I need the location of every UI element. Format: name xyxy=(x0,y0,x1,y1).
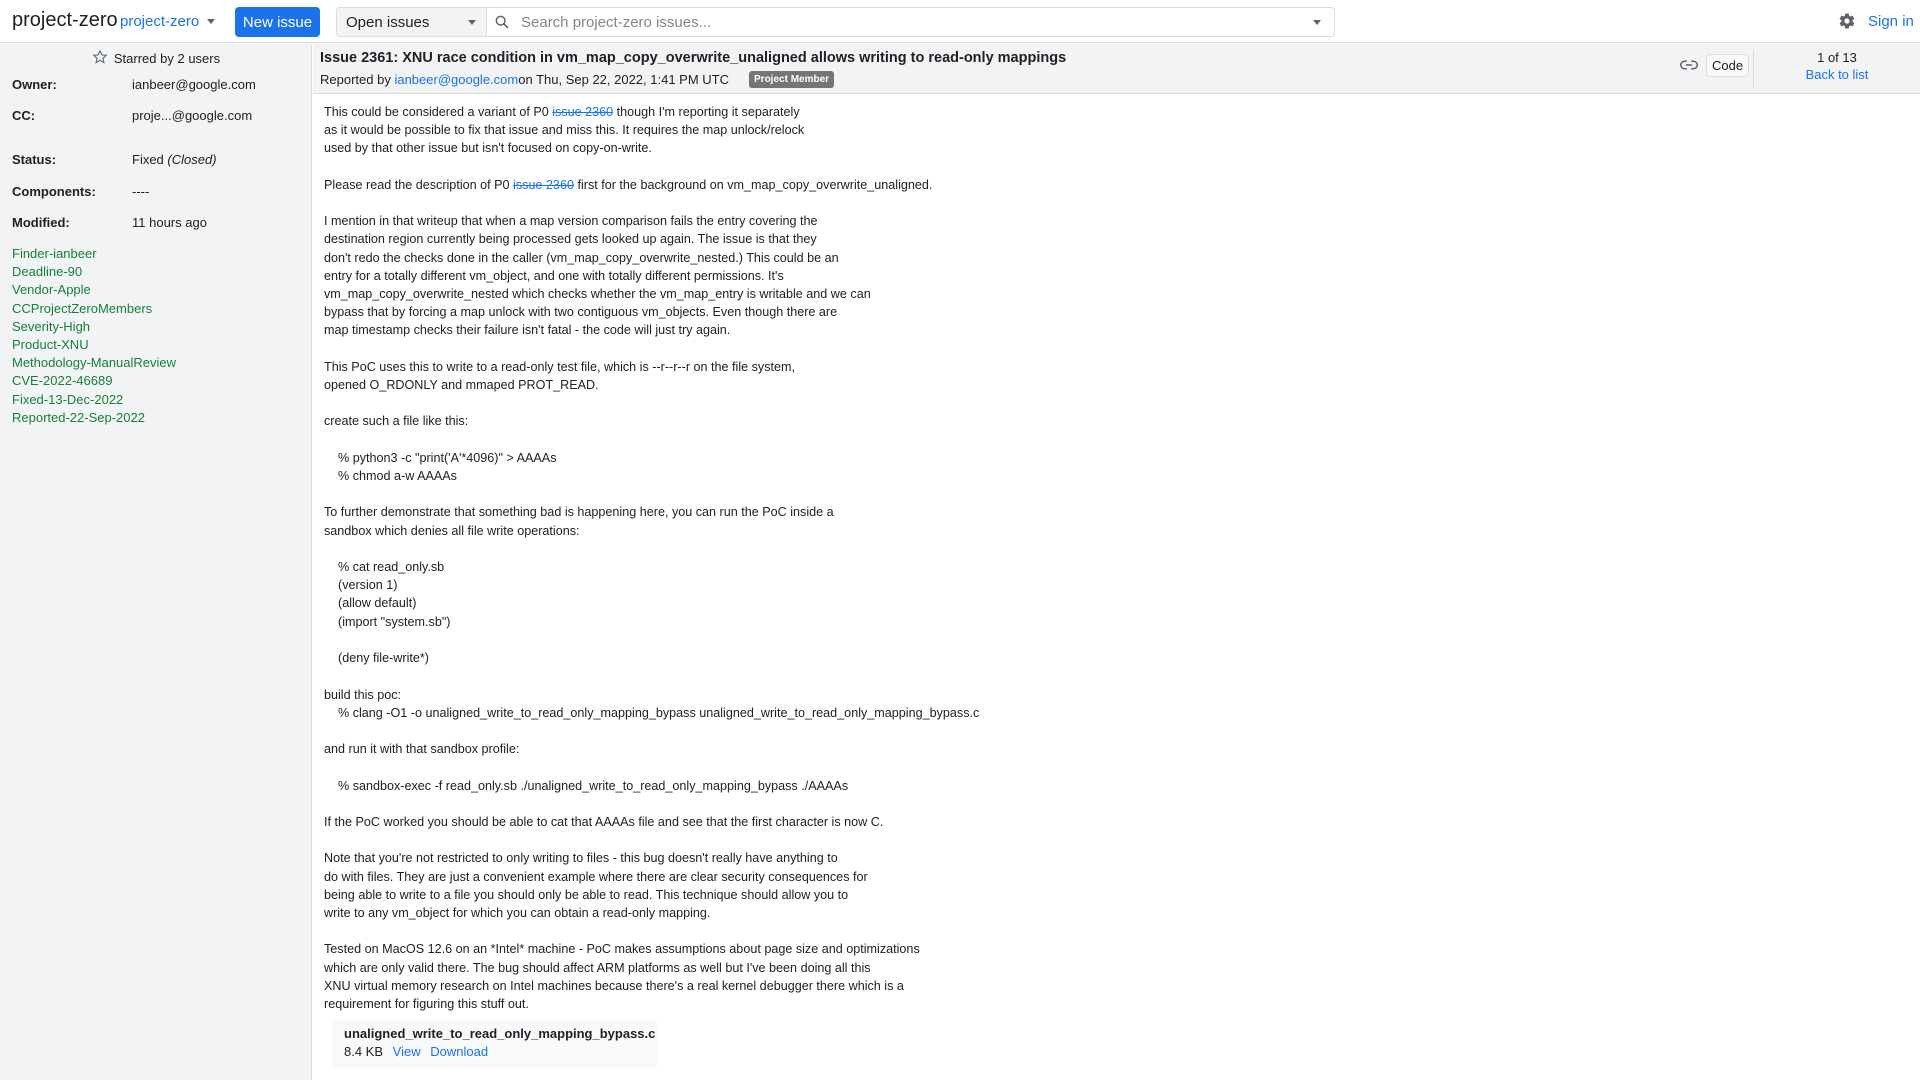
description-segment: first for the background on vm_map_copy_… xyxy=(324,177,980,1011)
description-text: This could be considered a variant of P0… xyxy=(324,103,1904,1013)
attachment-meta: 8.4 KB View Download xyxy=(344,1044,657,1059)
issue-scope-value: Open issues xyxy=(346,13,430,31)
issue-description: This could be considered a variant of P0… xyxy=(324,103,1904,1068)
status-state: (Closed) xyxy=(167,152,217,167)
issue-title: Issue 2361: XNU race condition in vm_map… xyxy=(320,50,1067,66)
issue-label[interactable]: Fixed-13-Dec-2022 xyxy=(12,391,176,409)
components-value: ---- xyxy=(132,184,150,199)
issue-2360-link[interactable]: issue 2360 xyxy=(552,105,613,119)
reported-line: Reported by ianbeer@google.com on Thu, S… xyxy=(320,71,835,88)
status-label: Status: xyxy=(12,152,57,167)
gear-icon[interactable] xyxy=(1838,12,1856,33)
issue-pager: 1 of 13 Back to list xyxy=(1754,50,1920,82)
issue-scope-select[interactable]: Open issues xyxy=(337,8,487,36)
attachment-view-link[interactable]: View xyxy=(393,1044,421,1059)
code-button[interactable]: Code xyxy=(1706,54,1750,77)
attachment-size: 8.4 KB xyxy=(344,1044,384,1059)
description-segment: This could be considered a variant of P0 xyxy=(324,105,553,119)
chevron-down-icon xyxy=(1313,19,1321,25)
cc-label: CC: xyxy=(12,108,36,123)
sign-in-link[interactable]: Sign in xyxy=(1868,13,1914,30)
search-icon xyxy=(487,8,517,36)
project-switcher-label: project-zero xyxy=(120,13,200,30)
attachment: unaligned_write_to_read_only_mapping_byp… xyxy=(332,1020,657,1068)
issue-label[interactable]: Deadline-90 xyxy=(12,263,176,281)
issue-label[interactable]: Severity-High xyxy=(12,318,176,336)
cc-link[interactable]: proje...@google.com xyxy=(132,108,252,123)
project-title[interactable]: project-zero xyxy=(12,9,118,32)
owner-link[interactable]: ianbeer@google.com xyxy=(132,77,256,92)
star-icon[interactable] xyxy=(92,49,108,68)
reporter-link[interactable]: ianbeer@google.com xyxy=(394,72,518,87)
status-value: Fixed (Closed) xyxy=(132,152,217,167)
chevron-down-icon xyxy=(468,19,476,25)
link-icon[interactable] xyxy=(1680,59,1698,74)
reported-prefix: Reported by xyxy=(320,72,391,87)
top-header: project-zero project-zero New issue Open… xyxy=(0,0,1920,43)
issue-header: Issue 2361: XNU race condition in vm_map… xyxy=(313,44,1920,94)
pager-count: 1 of 13 xyxy=(1817,50,1857,65)
search-options-dropdown[interactable] xyxy=(1300,8,1334,36)
modified-label: Modified: xyxy=(12,215,70,230)
attachment-name: unaligned_write_to_read_only_mapping_byp… xyxy=(344,1026,656,1041)
issue-metadata-sidebar: Starred by 2 users Owner: ianbeer@google… xyxy=(0,44,312,1080)
modified-value: 11 hours ago xyxy=(132,215,207,230)
owner-label: Owner: xyxy=(12,77,57,92)
back-to-list-link[interactable]: Back to list xyxy=(1754,67,1920,82)
new-issue-button[interactable]: New issue xyxy=(235,7,320,37)
issue-label[interactable]: Finder-ianbeer xyxy=(12,245,176,263)
search-input[interactable] xyxy=(517,8,1300,36)
issue-label[interactable]: Methodology-ManualReview xyxy=(12,354,176,372)
issue-labels: Finder-ianbeer Deadline-90 Vendor-Apple … xyxy=(12,245,176,427)
project-switcher[interactable]: project-zero xyxy=(120,13,216,30)
search-bar: Open issues xyxy=(336,7,1335,37)
issue-2360-link[interactable]: issue 2360 xyxy=(513,178,574,192)
chevron-down-icon xyxy=(207,19,216,24)
issue-label[interactable]: Product-XNU xyxy=(12,336,176,354)
issue-label[interactable]: Reported-22-Sep-2022 xyxy=(12,409,176,427)
issue-label[interactable]: CCProjectZeroMembers xyxy=(12,300,176,318)
attachment-download-link[interactable]: Download xyxy=(430,1044,488,1059)
status-text: Fixed xyxy=(132,152,164,167)
project-member-badge: Project Member xyxy=(749,71,835,88)
reported-date: on Thu, Sep 22, 2022, 1:41 PM UTC xyxy=(518,72,730,87)
issue-label[interactable]: Vendor-Apple xyxy=(12,281,176,299)
components-label: Components: xyxy=(12,184,96,199)
starred-info: Starred by 2 users xyxy=(0,49,312,68)
issue-label[interactable]: CVE-2022-46689 xyxy=(12,372,176,390)
starred-count-text: Starred by 2 users xyxy=(113,51,221,66)
